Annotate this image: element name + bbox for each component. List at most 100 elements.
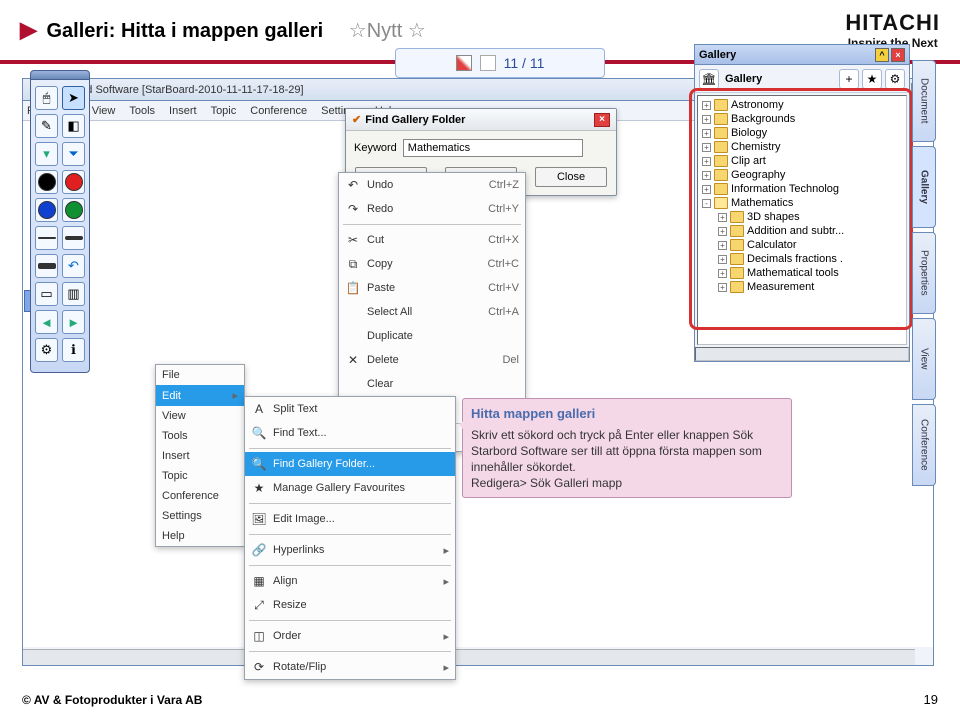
keyword-label: Keyword: [354, 142, 397, 154]
width-thin[interactable]: [35, 226, 58, 250]
filemenu-file[interactable]: File: [156, 365, 244, 385]
title-nytt: ☆Nytt ☆: [349, 20, 426, 42]
tree-calculator[interactable]: +Calculator: [700, 238, 904, 252]
dialog-close-button[interactable]: ×: [594, 113, 610, 127]
submenu-order[interactable]: ◫Order▸: [245, 624, 455, 648]
filemenu-view[interactable]: View: [156, 406, 244, 426]
callout-line1: Skriv ett sökord och tryck på Enter elle…: [471, 428, 753, 442]
filemenu-topic[interactable]: Topic: [156, 466, 244, 486]
color-red[interactable]: [62, 170, 85, 194]
gallery-close-button[interactable]: ×: [891, 48, 905, 62]
filemenu-insert[interactable]: Insert: [156, 446, 244, 466]
next-tool[interactable]: ►: [62, 310, 85, 334]
menu-insert[interactable]: Insert: [169, 105, 197, 117]
sidetab-properties[interactable]: Properties: [912, 232, 936, 314]
annotation-callout: Hitta mappen galleri Skriv ett sökord oc…: [462, 398, 792, 498]
about-tool[interactable]: ℹ: [62, 338, 85, 362]
submenu-edit-image-[interactable]: 🖼Edit Image...: [245, 507, 455, 531]
sidetab-gallery[interactable]: Gallery: [912, 146, 936, 228]
submenu-resize[interactable]: ⤢Resize: [245, 593, 455, 617]
undo-tool[interactable]: ↶: [62, 254, 85, 278]
ctx-copy[interactable]: ⧉CopyCtrl+C: [339, 252, 525, 276]
tree-astronomy[interactable]: +Astronomy: [700, 98, 904, 112]
tree-scroll-h[interactable]: [695, 347, 909, 361]
color-black[interactable]: [35, 170, 58, 194]
submenu-split-text[interactable]: ASplit Text: [245, 397, 455, 421]
menu-view[interactable]: View: [92, 105, 116, 117]
gallery-toolbar: 🏛 Gallery + ★ ⚙: [695, 65, 909, 93]
slide-title: ▶ Galleri: Hitta i mappen galleri ☆Nytt …: [20, 17, 426, 43]
tree-geography[interactable]: +Geography: [700, 168, 904, 182]
gallery-home-icon[interactable]: 🏛: [699, 69, 719, 89]
tree-addition-and-subtr-[interactable]: +Addition and subtr...: [700, 224, 904, 238]
gallery-min-button[interactable]: ^: [875, 48, 889, 62]
submenu-rotate-flip[interactable]: ⟳Rotate/Flip▸: [245, 655, 455, 679]
tree-backgrounds[interactable]: +Backgrounds: [700, 112, 904, 126]
filemenu-settings[interactable]: Settings: [156, 506, 244, 526]
page-indicator-pill[interactable]: 11 / 11: [395, 48, 605, 78]
submenu-manage-gallery-favourites[interactable]: ★Manage Gallery Favourites: [245, 476, 455, 500]
tree-information-technolog[interactable]: +Information Technolog: [700, 182, 904, 196]
chevron-down-tool[interactable]: ▾: [35, 142, 58, 166]
gallery-add-button[interactable]: +: [839, 69, 859, 89]
submenu-align[interactable]: ▦Align▸: [245, 569, 455, 593]
gallery-fav-button[interactable]: ★: [862, 69, 882, 89]
pen-tool[interactable]: ✎: [35, 114, 58, 138]
filemenu-edit[interactable]: Edit▸: [156, 385, 244, 406]
menu-tools[interactable]: Tools: [129, 105, 155, 117]
pen-icon: [456, 55, 472, 71]
gallery-header[interactable]: Gallery ^ ×: [695, 45, 909, 65]
ctx-undo[interactable]: ↶UndoCtrl+Z: [339, 173, 525, 197]
color-blue[interactable]: [35, 198, 58, 222]
filemenu-conference[interactable]: Conference: [156, 486, 244, 506]
toolbar-grip[interactable]: [30, 70, 90, 80]
mouse-tool[interactable]: 🖱: [35, 86, 58, 110]
tree--d-shapes[interactable]: +3D shapes: [700, 210, 904, 224]
tree-biology[interactable]: +Biology: [700, 126, 904, 140]
gear-tool[interactable]: ⚙: [35, 338, 58, 362]
scrollbar-h[interactable]: [23, 649, 915, 665]
filemenu-tools[interactable]: Tools: [156, 426, 244, 446]
left-toolbar: 🖱➤ ✎◧ ▾⏷ ↶ ▭▥ ◄► ⚙ℹ: [30, 70, 90, 373]
gallery-tree[interactable]: +Astronomy+Backgrounds+Biology+Chemistry…: [697, 95, 907, 345]
newpage-tool[interactable]: ▭: [35, 282, 58, 306]
width-med[interactable]: [62, 226, 85, 250]
keyword-input[interactable]: [403, 139, 583, 157]
tree-measurement[interactable]: +Measurement: [700, 280, 904, 294]
prev-tool[interactable]: ◄: [35, 310, 58, 334]
ctx-paste[interactable]: 📋PasteCtrl+V: [339, 276, 525, 300]
filemenu-help[interactable]: Help: [156, 526, 244, 546]
callout-line3: Redigera> Sök Galleri mapp: [471, 476, 622, 490]
tree-mathematical-tools[interactable]: +Mathematical tools: [700, 266, 904, 280]
funnel-tool[interactable]: ⏷: [62, 142, 85, 166]
callout-title: Hitta mappen galleri: [471, 405, 783, 423]
submenu-hyperlinks[interactable]: 🔗Hyperlinks▸: [245, 538, 455, 562]
sidetab-view[interactable]: View: [912, 318, 936, 400]
tree-decimals-fractions-[interactable]: +Decimals fractions .: [700, 252, 904, 266]
dialog-titlebar[interactable]: ✔ Find Gallery Folder ×: [346, 109, 616, 131]
width-thick[interactable]: [35, 254, 58, 278]
eraser-tool[interactable]: ◧: [62, 114, 85, 138]
tree-chemistry[interactable]: +Chemistry: [700, 140, 904, 154]
tree-clip-art[interactable]: +Clip art: [700, 154, 904, 168]
color-green[interactable]: [62, 198, 85, 222]
ctx-clear[interactable]: Clear: [339, 372, 525, 396]
gallery-settings-button[interactable]: ⚙: [885, 69, 905, 89]
title-prefix: Galleri:: [46, 20, 115, 42]
menu-topic[interactable]: Topic: [211, 105, 237, 117]
layers-icon: [480, 55, 496, 71]
pages-tool[interactable]: ▥: [62, 282, 85, 306]
submenu-find-gallery-folder-[interactable]: 🔍Find Gallery Folder...: [245, 452, 455, 476]
ctx-redo[interactable]: ↷RedoCtrl+Y: [339, 197, 525, 221]
tree-mathematics[interactable]: -Mathematics: [700, 196, 904, 210]
ctx-duplicate[interactable]: Duplicate: [339, 324, 525, 348]
sidetab-conference[interactable]: Conference: [912, 404, 936, 486]
menu-conference[interactable]: Conference: [250, 105, 307, 117]
submenu-find-text-[interactable]: 🔍Find Text...: [245, 421, 455, 445]
ctx-cut[interactable]: ✂CutCtrl+X: [339, 228, 525, 252]
close-button[interactable]: Close: [535, 167, 607, 187]
pointer-tool[interactable]: ➤: [62, 86, 85, 110]
ctx-delete[interactable]: ✕DeleteDel: [339, 348, 525, 372]
sidetab-document[interactable]: Document: [912, 60, 936, 142]
ctx-select-all[interactable]: Select AllCtrl+A: [339, 300, 525, 324]
